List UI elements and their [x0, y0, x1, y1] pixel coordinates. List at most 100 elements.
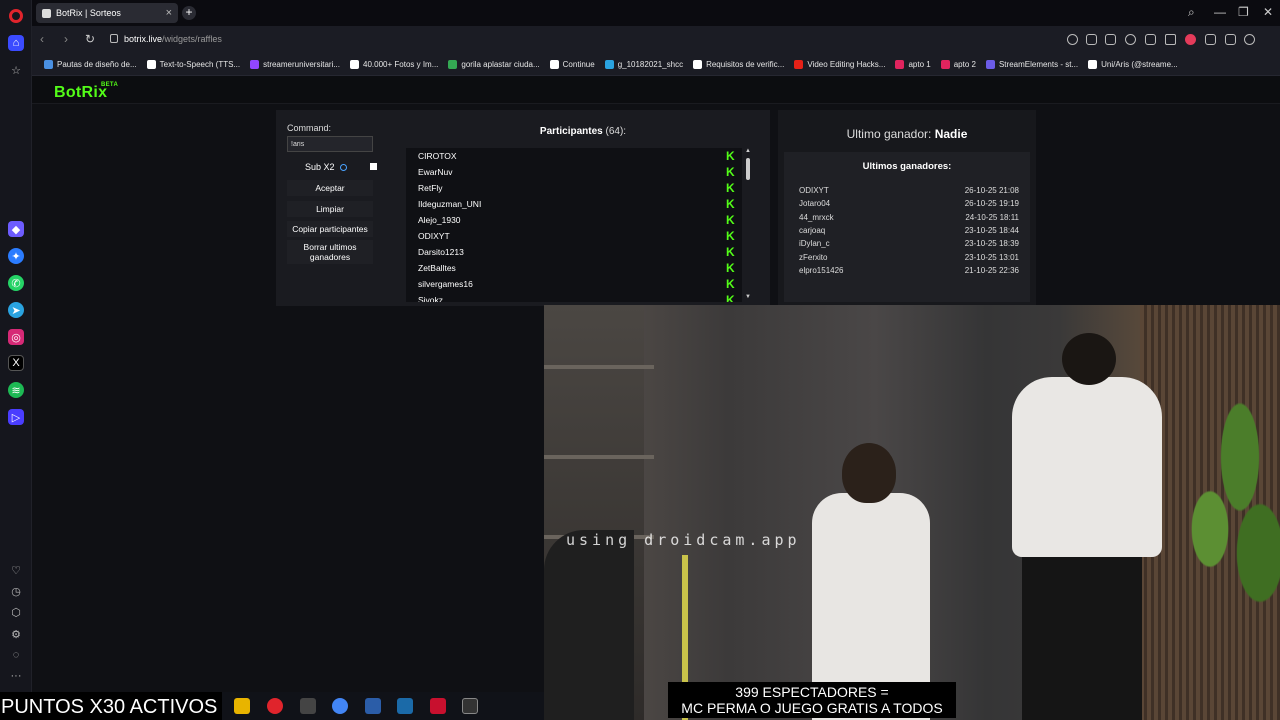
bookmark-item[interactable]: Continue: [549, 60, 595, 69]
bookmark-favicon-icon: [985, 60, 995, 69]
winner-row: ODIXYT 26-10-25 21:08: [799, 186, 1019, 195]
bookmark-label: StreamElements - st...: [998, 60, 1079, 69]
home-icon[interactable]: ⌂: [8, 35, 24, 51]
bookmark-item[interactable]: apto 2: [940, 60, 976, 69]
sub-x2-checkbox[interactable]: [370, 163, 377, 170]
close-tab-icon[interactable]: ×: [166, 7, 172, 19]
new-tab-button[interactable]: +: [182, 6, 196, 20]
copy-participants-button[interactable]: Copiar participantes: [287, 221, 373, 237]
telegram-icon[interactable]: ➤: [8, 302, 24, 318]
bookmark-favicon-icon: [940, 60, 950, 69]
bookmark-label: gorila aplastar ciuda...: [461, 60, 540, 69]
profile-icon[interactable]: [1244, 34, 1255, 45]
obs-icon[interactable]: [462, 698, 478, 714]
scroll-down-icon[interactable]: ▼: [745, 294, 751, 300]
lock-icon[interactable]: [110, 34, 118, 43]
participants-label: Participantes: [539, 126, 603, 137]
participants-list[interactable]: CIROTOX K EwarNuv K RetFly K Ildeguzman_UNI K Al…: [406, 148, 742, 302]
bookmark-item[interactable]: gorila aplastar ciuda...: [448, 60, 540, 69]
clear-button[interactable]: Limpiar: [287, 201, 373, 217]
sub-x2-label: Sub X2: [305, 162, 335, 172]
instagram-icon[interactable]: ◎: [8, 329, 24, 345]
tab-bar: BotRix | Sorteos × + ⌕ — ❐ ✕: [32, 0, 1280, 26]
steam-icon[interactable]: [397, 698, 413, 714]
forward-icon[interactable]: ›: [64, 32, 68, 46]
participant-row[interactable]: Sivokz K: [406, 292, 742, 302]
bookmark-item[interactable]: Uni/Aris (@streame...: [1088, 60, 1178, 69]
botrix-logo[interactable]: BotRix BETA: [54, 82, 118, 102]
back-icon[interactable]: ‹: [40, 32, 44, 46]
bulb-icon[interactable]: ◌: [8, 647, 24, 663]
scroll-up-icon[interactable]: ▲: [745, 148, 751, 154]
app-icon[interactable]: [300, 698, 316, 714]
winner-date: 23-10-25 13:01: [964, 252, 1019, 262]
reload-icon[interactable]: ↻: [85, 32, 95, 46]
participant-row[interactable]: Ildeguzman_UNI K: [406, 196, 742, 212]
heart-icon[interactable]: ♡: [8, 562, 24, 578]
participant-row[interactable]: Darsito1213 K: [406, 244, 742, 260]
chrome-icon[interactable]: [332, 698, 348, 714]
settings-icon[interactable]: ⚙: [8, 626, 24, 642]
play-icon[interactable]: [1165, 34, 1176, 45]
aria-icon[interactable]: ◆: [8, 221, 24, 237]
cube-icon[interactable]: ⬡: [8, 604, 24, 620]
winner-date: 23-10-25 18:44: [964, 225, 1019, 235]
heart-fav-icon[interactable]: [1185, 34, 1196, 45]
info-icon[interactable]: [340, 164, 347, 171]
opera-logo-icon[interactable]: [9, 9, 23, 23]
bookmark-item[interactable]: StreamElements - st...: [985, 60, 1079, 69]
player-icon[interactable]: ▷: [8, 409, 24, 425]
last-winner-name: Nadie: [934, 127, 968, 141]
more-icon[interactable]: ···: [8, 668, 24, 684]
bookmark-item[interactable]: Pautas de diseño de...: [44, 60, 137, 69]
participant-row[interactable]: EwarNuv K: [406, 164, 742, 180]
bookmark-item[interactable]: Video Editing Hacks...: [794, 60, 885, 69]
bookmark-item[interactable]: apto 1: [895, 60, 931, 69]
accept-button[interactable]: Aceptar: [287, 180, 373, 196]
delete-winners-button[interactable]: Borrar ultimos ganadores: [287, 240, 373, 264]
messenger-icon[interactable]: ✦: [8, 248, 24, 264]
tab-botrix[interactable]: BotRix | Sorteos ×: [36, 3, 178, 23]
participant-row[interactable]: ODIXYT K: [406, 228, 742, 244]
bookmark-item[interactable]: streameruniversitari...: [250, 60, 340, 69]
file-explorer-icon[interactable]: [234, 698, 250, 714]
star-icon[interactable]: ☆: [8, 62, 24, 78]
spotify-icon[interactable]: ≋: [8, 382, 24, 398]
bookmark-item[interactable]: Text-to-Speech (TTS...: [146, 60, 240, 69]
minimize-icon[interactable]: —: [1214, 5, 1226, 19]
bookmark-item[interactable]: 40.000+ Fotos y Im...: [350, 60, 438, 69]
participant-row[interactable]: ZetBalltes K: [406, 260, 742, 276]
extensions-icon[interactable]: [1145, 34, 1156, 45]
participant-row[interactable]: CIROTOX K: [406, 148, 742, 164]
winner-name: carjoaq: [799, 225, 826, 235]
winner-row: zFerxito 23-10-25 13:01: [799, 253, 1019, 262]
participant-row[interactable]: RetFly K: [406, 180, 742, 196]
bookmarks-bar: Pautas de diseño de... Text-to-Speech (TT…: [32, 54, 1280, 76]
search-icon[interactable]: [1067, 34, 1078, 45]
command-input[interactable]: [287, 136, 373, 152]
camera-icon[interactable]: [1105, 34, 1116, 45]
participant-row[interactable]: silvergames16 K: [406, 276, 742, 292]
close-window-icon[interactable]: ✕: [1263, 5, 1273, 19]
menu-icon[interactable]: [1225, 34, 1236, 45]
download-icon[interactable]: [1205, 34, 1216, 45]
participants-scrollbar[interactable]: ▲ ▼: [744, 148, 752, 302]
url-field[interactable]: botrix.live/widgets/raffles: [124, 34, 222, 44]
whatsapp-icon[interactable]: ✆: [8, 275, 24, 291]
bookmark-favicon-icon: [604, 60, 614, 69]
logo-text: BotRix: [54, 84, 108, 101]
x-icon[interactable]: X: [8, 355, 24, 371]
participant-row[interactable]: Alejo_1930 K: [406, 212, 742, 228]
bookmark-item[interactable]: Requisitos de verific...: [693, 60, 784, 69]
history-icon[interactable]: ◷: [8, 583, 24, 599]
recent-winners-box: Ultimos ganadores: ODIXYT 26-10-25 21:08 J…: [784, 152, 1030, 302]
restore-icon[interactable]: ❐: [1238, 5, 1249, 19]
calendar-icon[interactable]: [365, 698, 381, 714]
edit-icon[interactable]: [1086, 34, 1097, 45]
game-icon[interactable]: [430, 698, 446, 714]
shield-icon[interactable]: [1125, 34, 1136, 45]
bookmark-item[interactable]: g_10182021_shcc: [604, 60, 683, 69]
opera-taskbar-icon[interactable]: [267, 698, 283, 714]
search-tabs-icon[interactable]: ⌕: [1188, 5, 1195, 20]
scroll-thumb[interactable]: [746, 158, 750, 180]
